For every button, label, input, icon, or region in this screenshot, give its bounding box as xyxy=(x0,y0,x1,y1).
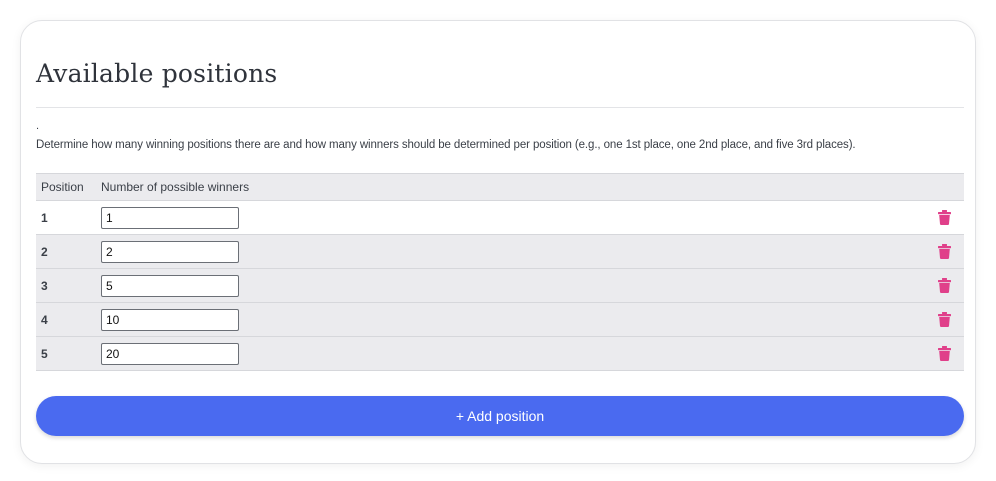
trash-icon xyxy=(937,210,951,225)
trash-icon xyxy=(937,244,951,259)
winners-input[interactable] xyxy=(101,342,239,365)
table-row: 4 xyxy=(36,302,964,336)
add-position-button[interactable]: + Add position xyxy=(36,396,964,436)
position-number: 3 xyxy=(41,278,48,293)
delete-row-button[interactable] xyxy=(924,244,964,259)
position-number: 5 xyxy=(41,346,48,361)
positions-card: Available positions . Determine how many… xyxy=(20,20,976,464)
position-number: 4 xyxy=(41,312,48,327)
column-header-winners: Number of possible winners xyxy=(101,180,250,194)
trash-icon xyxy=(937,278,951,293)
winners-input[interactable] xyxy=(101,308,239,331)
delete-row-button[interactable] xyxy=(924,312,964,327)
table-row: 1 xyxy=(36,200,964,234)
column-header-position: Position xyxy=(41,180,84,194)
position-number: 2 xyxy=(41,244,48,259)
winners-input[interactable] xyxy=(101,206,239,229)
table-row: 3 xyxy=(36,268,964,302)
title-divider xyxy=(36,107,964,108)
table-row: 5 xyxy=(36,336,964,370)
description-text: Determine how many winning positions the… xyxy=(36,139,856,151)
positions-table: Position Number of possible winners 1 2 … xyxy=(36,173,964,371)
table-header: Position Number of possible winners xyxy=(36,174,964,200)
table-row: 2 xyxy=(36,234,964,268)
trash-icon xyxy=(937,312,951,327)
position-number: 1 xyxy=(41,210,48,225)
delete-row-button[interactable] xyxy=(924,210,964,225)
winners-input[interactable] xyxy=(101,274,239,297)
note-text: . xyxy=(36,120,40,132)
delete-row-button[interactable] xyxy=(924,346,964,361)
winners-input[interactable] xyxy=(101,240,239,263)
page-title: Available positions xyxy=(36,59,278,88)
delete-row-button[interactable] xyxy=(924,278,964,293)
trash-icon xyxy=(937,346,951,361)
